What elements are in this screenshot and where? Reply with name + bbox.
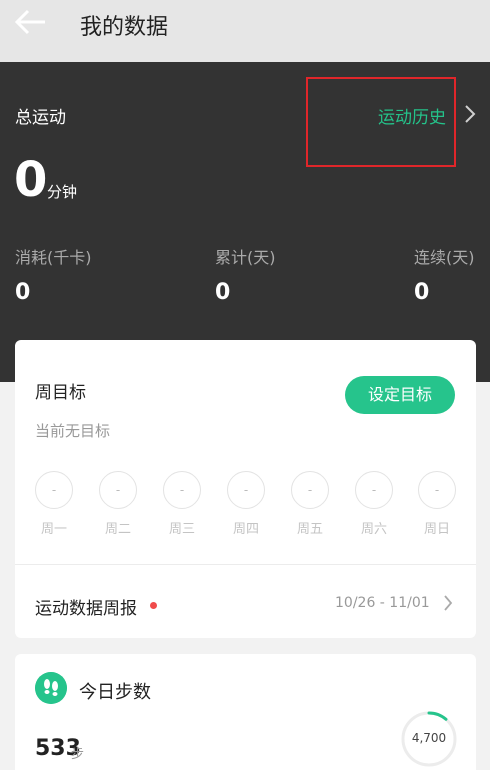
top-bar: 我的数据 [0, 0, 490, 62]
day-tuesday: - 周二 [99, 471, 137, 537]
day-circle: - [291, 471, 329, 509]
day-circle: - [163, 471, 201, 509]
steps-unit: 步 [71, 747, 85, 762]
set-goal-button[interactable]: 设定目标 [345, 376, 455, 414]
today-steps-card[interactable]: 今日步数 533 步 4,700 [15, 654, 476, 770]
day-label: 周日 [423, 522, 450, 537]
day-label: 周二 [104, 522, 131, 537]
weekly-report-label[interactable]: 运动数据周报 [35, 594, 137, 619]
total-minutes-value: 0 [14, 152, 48, 208]
cumulative-days-value: 0 [215, 280, 231, 305]
calories-label: 消耗(千卡) [15, 248, 92, 267]
weekly-goal-card: 周目标 当前无目标 设定目标 - 周一 - 周二 - 周三 - 周四 - 周五 … [15, 340, 476, 638]
weekly-report-range[interactable]: 10/26 - 11/01 [335, 595, 430, 611]
back-arrow-icon[interactable] [14, 8, 48, 36]
weekly-goal-subtitle: 当前无目标 [35, 422, 111, 440]
day-monday: - 周一 [35, 471, 73, 537]
chevron-right-icon[interactable] [443, 594, 453, 612]
total-exercise-label: 总运动 [15, 108, 66, 128]
divider [15, 564, 476, 565]
unread-dot [150, 602, 157, 609]
day-circle: - [418, 471, 456, 509]
page-title: 我的数据 [80, 15, 169, 40]
day-thursday: - 周四 [227, 471, 265, 537]
total-minutes-unit: 分钟 [47, 183, 78, 201]
day-circle: - [35, 471, 73, 509]
steps-goal-value: 4,700 [411, 731, 447, 745]
day-wednesday: - 周三 [163, 471, 201, 537]
day-label: 周五 [296, 522, 323, 537]
day-circle: - [99, 471, 137, 509]
day-label: 周六 [360, 522, 387, 537]
footprints-icon [35, 672, 67, 704]
day-friday: - 周五 [291, 471, 329, 537]
day-label: 周四 [232, 522, 259, 537]
day-circle: - [355, 471, 393, 509]
chevron-right-icon[interactable] [464, 104, 476, 124]
streak-days-label: 连续(天) [414, 248, 475, 267]
weekly-goal-title: 周目标 [35, 383, 86, 403]
highlight-box [306, 77, 456, 167]
day-label: 周三 [168, 522, 195, 537]
day-circle: - [227, 471, 265, 509]
day-label: 周一 [40, 522, 67, 537]
calories-value: 0 [15, 280, 31, 305]
cumulative-days-label: 累计(天) [215, 248, 276, 267]
day-sunday: - 周日 [418, 471, 456, 537]
today-steps-title: 今日步数 [79, 682, 151, 703]
day-saturday: - 周六 [355, 471, 393, 537]
streak-days-value: 0 [414, 280, 430, 305]
